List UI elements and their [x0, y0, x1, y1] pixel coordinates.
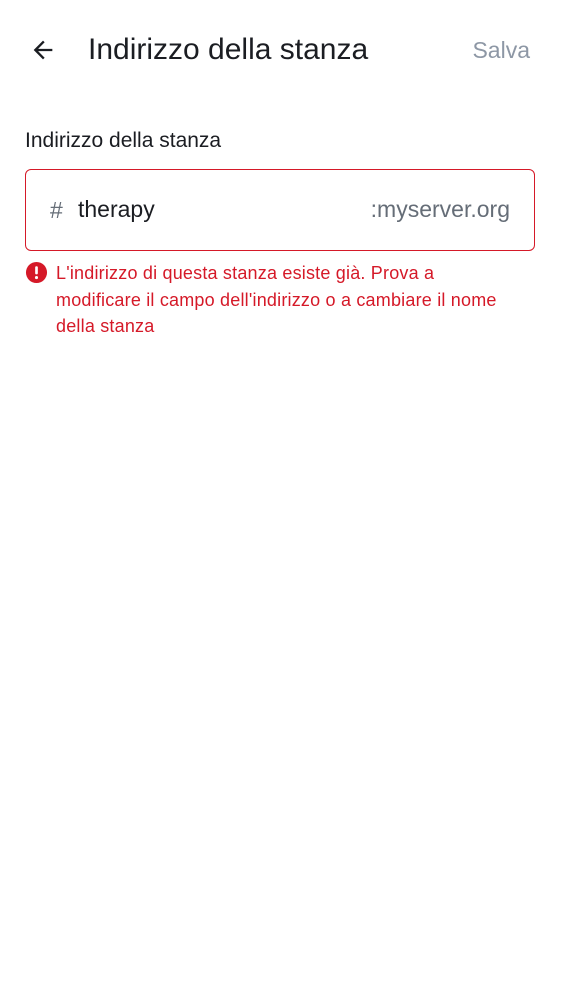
- back-button[interactable]: [22, 29, 64, 71]
- server-suffix: :myserver.org: [370, 196, 510, 222]
- save-button[interactable]: Salva: [472, 33, 530, 67]
- address-field-label: Indirizzo della stanza: [25, 129, 222, 152]
- page-title: Indirizzo della stanza: [88, 33, 369, 66]
- top-app-bar: Indirizzo della stanza Salva: [0, 0, 562, 100]
- error-message: L'indirizzo di questa stanza esiste già.…: [56, 263, 497, 336]
- room-address-input[interactable]: therapy: [78, 192, 348, 228]
- room-address-field[interactable]: # therapy :myserver.org: [25, 169, 535, 251]
- arrow-left-icon: [33, 40, 53, 60]
- hash-prefix: #: [50, 197, 63, 223]
- error-circle-icon: [25, 261, 48, 284]
